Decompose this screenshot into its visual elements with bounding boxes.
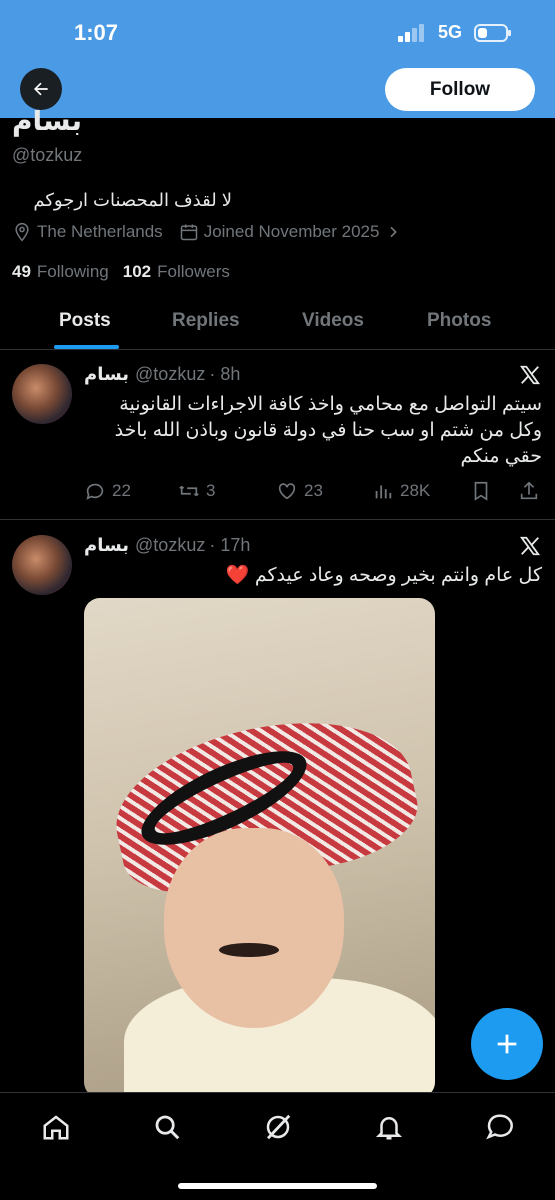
post-text: كل عام وانتم بخير وصحه وعاد عيدكم ❤️ xyxy=(225,565,542,586)
x-logo-icon xyxy=(519,365,541,385)
following-count: 49 xyxy=(12,262,31,281)
status-time: 1:07 xyxy=(74,20,119,45)
follow-button[interactable]: Follow xyxy=(385,68,535,111)
repost-button[interactable]: 3 xyxy=(178,480,215,502)
post-card[interactable]: بسام @tozkuz · 8h سيتم التواصل مع محامي … xyxy=(0,350,555,520)
views-icon xyxy=(375,485,392,499)
reply-count: 22 xyxy=(112,481,131,500)
follow-stats: 49 Following 102 Followers xyxy=(12,262,244,282)
post-author-name: بسام xyxy=(84,364,130,384)
grok-icon xyxy=(266,1114,291,1140)
joined-text: Joined November 2025 xyxy=(203,222,380,241)
profile-joined[interactable]: Joined November 2025 xyxy=(179,222,407,242)
bookmark-button[interactable] xyxy=(470,480,498,502)
profile-display-name: بسام xyxy=(12,110,83,136)
post-author-handle: @tozkuz xyxy=(135,364,206,384)
x-logo-icon xyxy=(519,536,541,556)
like-button[interactable]: 23 xyxy=(276,480,323,502)
avatar[interactable] xyxy=(12,364,72,424)
profile-bio: لا لقذف المحصنات ارجوكم xyxy=(33,190,232,210)
repost-icon xyxy=(179,485,199,497)
tab-videos[interactable]: Videos xyxy=(302,310,364,332)
back-button[interactable] xyxy=(20,68,62,110)
nav-notifications[interactable] xyxy=(373,1111,405,1143)
calendar-icon xyxy=(180,224,197,241)
like-icon xyxy=(278,483,296,500)
back-arrow-icon xyxy=(34,82,48,96)
nav-search[interactable] xyxy=(151,1111,183,1143)
tab-photos[interactable]: Photos xyxy=(427,310,491,332)
avatar[interactable] xyxy=(12,535,72,595)
active-tab-indicator xyxy=(54,345,119,349)
tab-posts[interactable]: Posts xyxy=(59,310,111,332)
repost-count: 3 xyxy=(206,481,216,500)
photo-moustache xyxy=(219,943,279,957)
home-indicator[interactable] xyxy=(178,1183,377,1189)
tab-replies[interactable]: Replies xyxy=(172,310,240,332)
search-icon xyxy=(155,1115,180,1140)
location-pin-icon xyxy=(15,222,29,242)
post-author-name: بسام xyxy=(84,535,130,555)
post-header: بسام @tozkuz · 17h xyxy=(84,535,250,556)
profile-handle: @tozkuz xyxy=(12,145,83,165)
battery-icon xyxy=(474,24,511,42)
post-header: بسام @tozkuz · 8h xyxy=(84,364,240,385)
followers-link[interactable]: 102 Followers xyxy=(123,262,230,282)
status-bar: 1:07 5G xyxy=(0,0,555,64)
nav-home[interactable] xyxy=(40,1111,72,1143)
photo-face xyxy=(164,828,344,1028)
post-author-handle: @tozkuz xyxy=(135,535,206,555)
views-count: 28K xyxy=(400,481,431,500)
compose-plus-icon xyxy=(497,1034,517,1054)
nav-messages[interactable] xyxy=(484,1111,516,1143)
following-label: Following xyxy=(36,262,109,281)
post-time: · 17h xyxy=(209,535,251,555)
following-link[interactable]: 49 Following xyxy=(12,262,109,282)
reply-button[interactable]: 22 xyxy=(84,480,131,502)
views-button[interactable]: 28K xyxy=(372,480,430,502)
reply-icon xyxy=(86,483,104,500)
like-count: 23 xyxy=(304,481,323,500)
profile-location: The Netherlands xyxy=(12,222,163,242)
battery-level xyxy=(478,28,487,38)
share-button[interactable] xyxy=(518,480,546,502)
post-actions: 22 3 23 28K xyxy=(84,478,544,504)
messages-icon xyxy=(486,1114,513,1140)
post-time: · 8h xyxy=(209,364,241,384)
chevron-right-icon xyxy=(390,226,398,238)
nav-grok[interactable] xyxy=(262,1111,294,1143)
post-text: سيتم التواصل مع محامي واخذ كافة الاجراءا… xyxy=(114,394,542,467)
followers-label: Followers xyxy=(157,262,230,281)
location-text: The Netherlands xyxy=(37,222,163,241)
network-type: 5G xyxy=(438,22,463,42)
post-photo[interactable] xyxy=(84,598,435,1098)
followers-count: 102 xyxy=(122,262,152,281)
signal-icon xyxy=(398,24,428,42)
bookmark-icon xyxy=(474,481,488,501)
compose-button[interactable] xyxy=(471,1008,543,1080)
profile-tabs: Posts Replies Videos Photos xyxy=(0,300,555,350)
share-icon xyxy=(520,481,538,500)
profile-meta: The Netherlands Joined November 2025 xyxy=(12,222,422,242)
notifications-icon xyxy=(375,1117,403,1140)
home-icon xyxy=(43,1115,69,1140)
